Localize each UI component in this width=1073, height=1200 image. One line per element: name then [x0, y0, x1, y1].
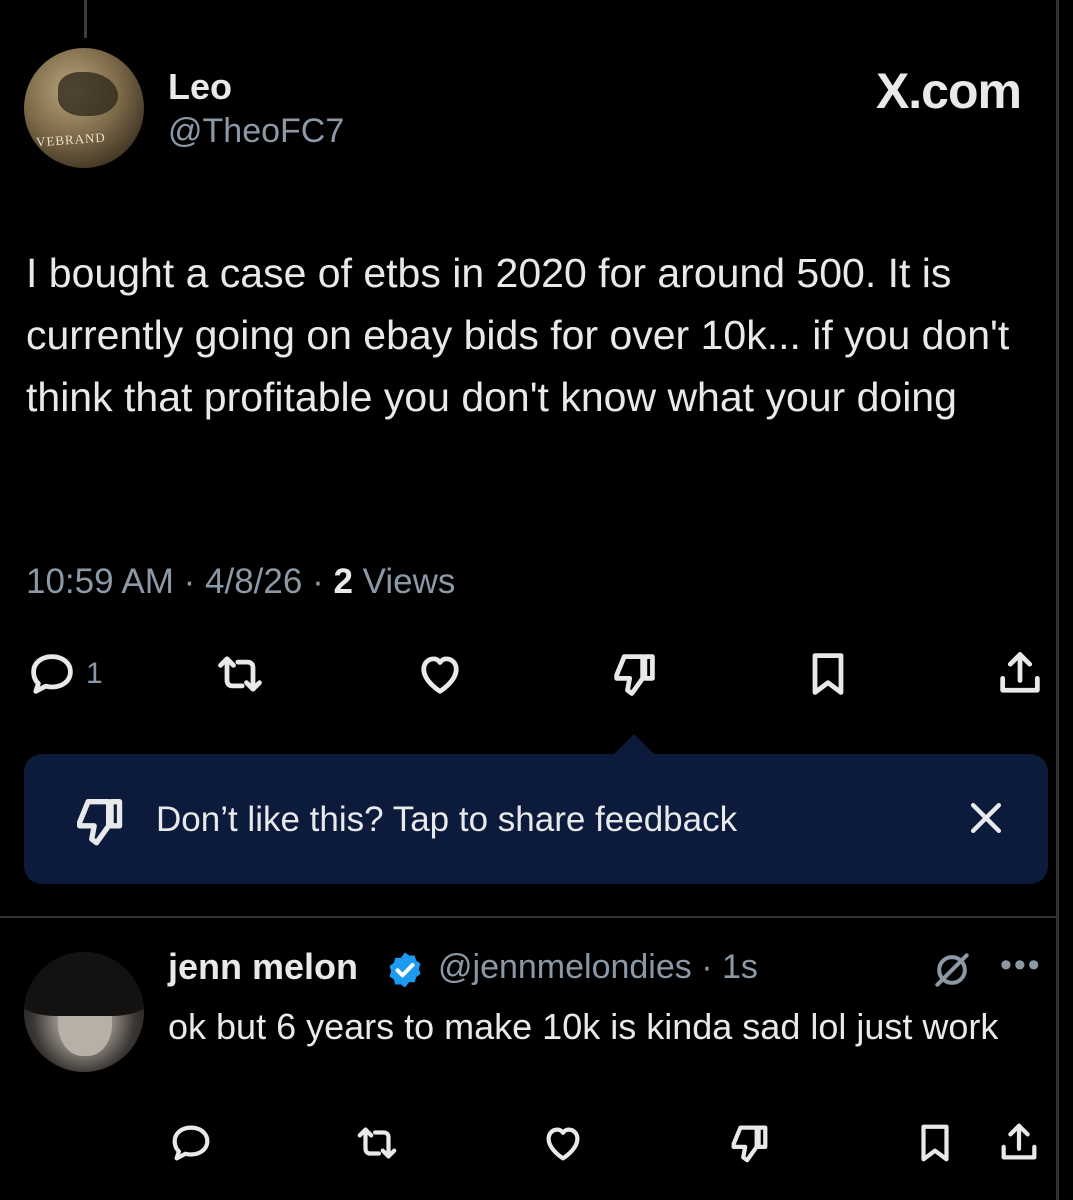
share-icon [1000, 652, 1040, 693]
reply-button[interactable] [168, 1120, 214, 1166]
reply-avatar[interactable] [24, 952, 144, 1072]
views-label: Views [362, 562, 456, 601]
avatar-hair [24, 952, 144, 1016]
repost-icon [357, 1127, 397, 1159]
author-name[interactable]: Leo [168, 66, 232, 108]
reply-action-bar [0, 1120, 1073, 1174]
tweet-meta: 10:59 AM · 4/8/26 · 2 Views [26, 562, 455, 602]
reply-icon [31, 654, 73, 694]
reply-time[interactable]: 1s [722, 948, 758, 986]
views-count: 2 [333, 562, 353, 601]
feedback-pointer [612, 734, 656, 756]
heart-icon [546, 1127, 580, 1161]
feedback-banner[interactable]: Don’t like this? Tap to share feedback [24, 754, 1048, 884]
avatar[interactable]: VEBRAND [24, 48, 144, 168]
meta-separator: · [701, 948, 723, 986]
bookmark-icon [921, 1124, 949, 1162]
bookmark-icon [812, 653, 844, 695]
reply-author-name[interactable]: jenn melon [168, 946, 358, 988]
bookmark-button[interactable] [802, 648, 854, 700]
avatar-artwork [58, 72, 118, 116]
action-bar: 1 [0, 648, 1073, 708]
share-icon [1001, 1123, 1037, 1160]
like-button[interactable] [540, 1120, 586, 1166]
close-icon[interactable] [964, 796, 1008, 840]
reply-button[interactable]: 1 [26, 648, 103, 700]
reply-handle-line: @jennmelondies · 1s [438, 948, 758, 987]
thread-connector-line [84, 0, 87, 38]
tweet-date[interactable]: 4/8/26 [205, 562, 302, 601]
dislike-button[interactable] [608, 648, 660, 700]
feedback-text[interactable]: Don’t like this? Tap to share feedback [156, 800, 737, 840]
author-handle[interactable]: @TheoFC7 [168, 112, 344, 151]
like-button[interactable] [414, 648, 466, 700]
tweet-time[interactable]: 10:59 AM [26, 562, 174, 601]
divider [0, 916, 1059, 918]
grok-icon[interactable] [930, 948, 974, 992]
reply-text: ok but 6 years to make 10k is kinda sad … [168, 1006, 999, 1047]
site-brand: X.com [875, 63, 1022, 119]
meta-separator: · [183, 562, 206, 601]
reply-icon [172, 1125, 210, 1161]
more-icon[interactable]: ••• [1000, 946, 1042, 985]
dislike-icon [614, 654, 655, 696]
bookmark-button[interactable] [912, 1120, 958, 1166]
repost-button[interactable] [354, 1120, 400, 1166]
tweet-text: I bought a case of etbs in 2020 for arou… [26, 250, 1010, 420]
repost-icon [218, 656, 262, 692]
reply-author-handle[interactable]: @jennmelondies [438, 948, 692, 986]
dislike-button[interactable] [726, 1120, 772, 1166]
meta-separator: · [312, 562, 334, 601]
reply-count: 1 [86, 657, 103, 690]
heart-icon [421, 656, 459, 694]
dislike-icon [731, 1125, 768, 1163]
timeline-border [1056, 0, 1059, 1200]
share-button[interactable] [994, 648, 1046, 700]
verified-badge-icon [389, 952, 421, 988]
share-button[interactable] [996, 1120, 1042, 1166]
repost-button[interactable] [214, 648, 266, 700]
dislike-icon [77, 799, 123, 846]
avatar-text: VEBRAND [35, 129, 107, 150]
